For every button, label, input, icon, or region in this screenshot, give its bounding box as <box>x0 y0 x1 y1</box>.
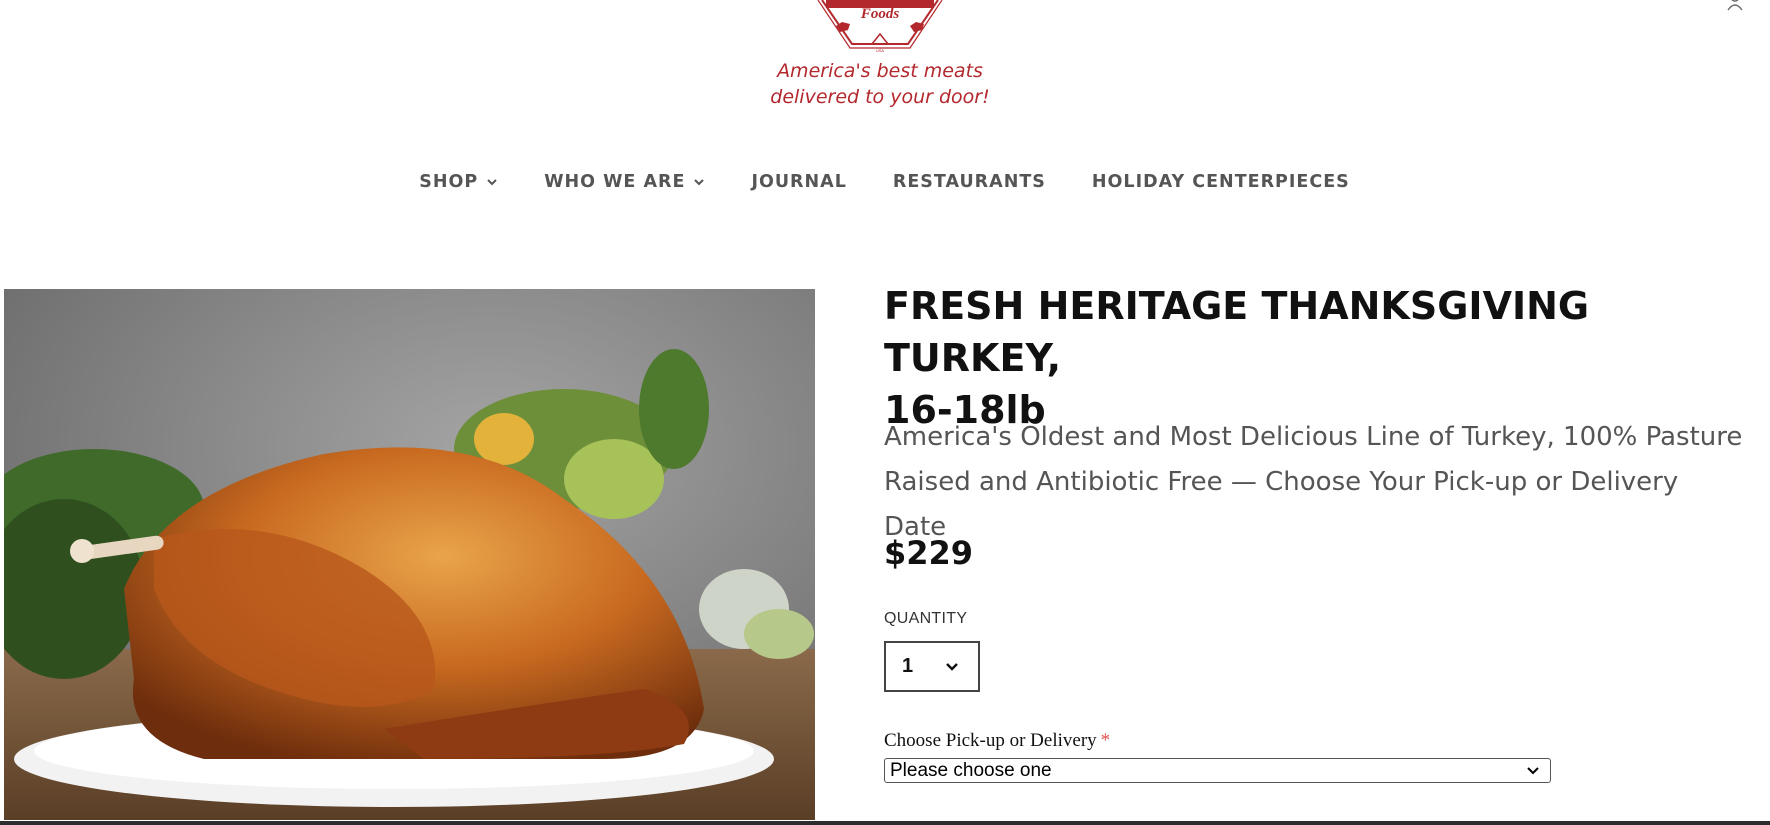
nav-item-restaurants[interactable]: RESTAURANTS <box>893 172 1046 192</box>
nav-item-label: SHOP <box>419 172 479 192</box>
site-logo[interactable]: USA Foods America's best meats delivered… <box>760 0 1000 115</box>
user-icon[interactable] <box>1726 0 1744 12</box>
product-title: FRESH HERITAGE THANKSGIVING TURKEY, 16-1… <box>884 280 1744 436</box>
svg-text:USA: USA <box>876 48 885 53</box>
chevron-down-icon <box>487 179 497 186</box>
product-title-line-1: FRESH HERITAGE THANKSGIVING TURKEY, <box>884 284 1590 380</box>
chevron-down-icon <box>1527 767 1539 775</box>
quantity-select[interactable]: 1 <box>884 641 980 692</box>
nav-item-who-we-are[interactable]: WHO WE ARE <box>544 172 705 192</box>
nav-item-journal[interactable]: JOURNAL <box>751 172 846 192</box>
nav-item-label: WHO WE ARE <box>544 172 686 192</box>
product-price: $229 <box>884 534 974 572</box>
quantity-label: QUANTITY <box>884 610 968 627</box>
nav-item-holiday-centerpieces[interactable]: HOLIDAY CENTERPIECES <box>1092 172 1350 192</box>
delivery-label: Choose Pick-up or Delivery * <box>884 730 1110 752</box>
quantity-value: 1 <box>902 655 914 677</box>
product-subtitle: America's Oldest and Most Delicious Line… <box>884 422 1743 542</box>
delivery-label-text: Choose Pick-up or Delivery <box>884 730 1097 751</box>
brand-name: Foods <box>860 6 900 22</box>
nav-item-label: JOURNAL <box>751 172 847 192</box>
required-marker: * <box>1100 730 1111 751</box>
nav-item-label: RESTAURANTS <box>892 172 1046 192</box>
nav-item-label: HOLIDAY CENTERPIECES <box>1091 172 1350 192</box>
chevron-down-icon <box>694 179 705 186</box>
delivery-select-value: Please choose one <box>890 760 1052 781</box>
brand-tagline: America's best meats delivered to your d… <box>760 58 1000 110</box>
product-image[interactable] <box>4 289 815 820</box>
delivery-select[interactable]: Please choose one <box>884 758 1551 783</box>
nav-item-shop[interactable]: SHOP <box>419 172 498 192</box>
chevron-down-icon <box>946 663 958 671</box>
tagline-line-1: America's best meats <box>777 60 983 82</box>
bottom-bar <box>0 821 1770 825</box>
tagline-line-2: delivered to your door! <box>770 86 990 108</box>
main-nav: SHOP WHO WE ARE JOURNAL RESTAURANTS HOLI… <box>0 172 1770 192</box>
